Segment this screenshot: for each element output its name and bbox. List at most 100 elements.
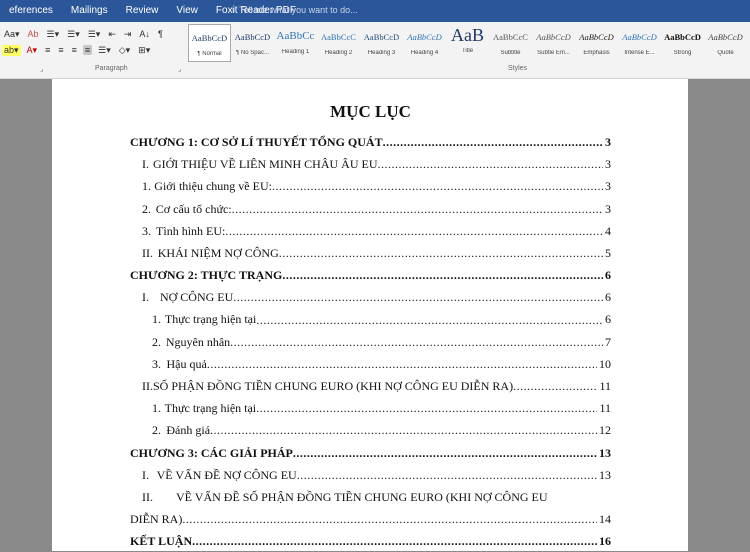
toc-entry-page: 12 xyxy=(599,423,611,438)
toc-entry-number: 3. xyxy=(152,356,161,371)
toc-entry-label: Giới thiệu chung về EU: xyxy=(154,179,272,194)
toc-entry[interactable]: CHƯƠNG 3: CÁC GIẢI PHÁP 13 xyxy=(130,442,611,464)
line-spacing-button[interactable]: ☰▾ xyxy=(96,45,113,56)
toc-leader-dots xyxy=(210,419,597,441)
toc-entry[interactable]: 2. Cơ cấu tổ chức: 3 xyxy=(130,198,611,220)
toc-entry-label: Thực trạng hiện tại xyxy=(164,401,257,416)
toc-entry[interactable]: 2. Đánh giá 12 xyxy=(130,419,611,441)
style-name: Subtitle xyxy=(500,50,521,56)
font-color-button[interactable]: A▾ xyxy=(25,45,40,56)
style-normal[interactable]: AaBbCcD ¶ Normal xyxy=(188,24,231,62)
style-quote[interactable]: AaBbCcD Quote xyxy=(704,24,747,62)
toc-leader-dots xyxy=(256,397,597,419)
toc-entry-wrapped-line2[interactable]: DIỄN RA) 14 xyxy=(130,508,611,530)
tab-view[interactable]: View xyxy=(167,5,207,17)
style-heading-1[interactable]: AaBbCc Heading 1 xyxy=(274,24,317,62)
toc-entry[interactable]: I. VỀ VẤN ĐỀ NỢ CÔNG EU 13 xyxy=(130,464,611,486)
toc-entry-conclusion[interactable]: KẾT LUẬN 16 xyxy=(130,530,611,552)
style-heading-3[interactable]: AaBbCcD Heading 3 xyxy=(360,24,403,62)
toc-entry-label: KHÁI NIỆM NỢ CÔNG xyxy=(157,245,279,260)
toc-entry-page: 6 xyxy=(605,268,611,283)
numbering-button[interactable]: ☰▾ xyxy=(65,29,82,40)
tab-references[interactable]: eferences xyxy=(0,5,62,17)
change-case-button[interactable]: Aa▾ xyxy=(2,29,22,40)
style-heading-2[interactable]: AaBbCcC Heading 2 xyxy=(317,24,360,62)
toc-entry-label: KẾT LUẬN xyxy=(130,534,193,549)
toc-entry-page: 5 xyxy=(605,245,611,260)
toc-entry[interactable]: I. NỢ CÔNG EU 6 xyxy=(130,286,611,308)
toc-entry-page: 4 xyxy=(605,223,611,238)
ribbon-tab-bar: eferences Mailings Review View Foxit Rea… xyxy=(0,0,750,22)
styles-gallery: AaBbCcD ¶ Normal AaBbCcD ¶ No Spac... AaBb… xyxy=(188,24,750,62)
toc-entry[interactable]: CHƯƠNG 1: CƠ SỞ LÍ THUYẾT TỔNG QUÁT 3 xyxy=(130,131,611,153)
toc-entry-number: I. xyxy=(142,290,149,305)
tell-me-search[interactable]: ♀ Tell me what you want to do... xyxy=(230,5,358,15)
decrease-indent-icon[interactable]: ⇤ xyxy=(106,29,118,40)
toc-leader-dots xyxy=(192,530,597,552)
toc-entry-label: SỐ PHẬN ĐỒNG TIỀN CHUNG EURO (KHI NỢ CÔN… xyxy=(153,379,514,394)
tab-review[interactable]: Review xyxy=(117,5,168,17)
style-name: Subtle Em... xyxy=(537,50,570,56)
toc-entry[interactable]: 1.Thực trạng hiện tại 6 xyxy=(130,309,611,331)
style-name: Strong xyxy=(673,50,692,56)
style-preview: AaBbCcD xyxy=(536,32,571,42)
multilevel-list-button[interactable]: ☰▾ xyxy=(86,29,103,40)
toc-entry-page: 11 xyxy=(599,401,611,416)
toc-entry-page: 6 xyxy=(605,312,611,327)
style-no-spacing[interactable]: AaBbCcD ¶ No Spac... xyxy=(231,24,274,62)
style-emphasis[interactable]: AaBbCcD Emphasis xyxy=(575,24,618,62)
toc-entry-wrapped-line1[interactable]: II. VỀ VẤN ĐỀ SỐ PHẬN ĐỒNG TIỀN CHUNG EUR… xyxy=(130,486,611,508)
highlight-button[interactable]: ab▾ xyxy=(2,44,21,56)
style-heading-4[interactable]: AaBbCcD Heading 4 xyxy=(403,24,446,62)
increase-indent-icon[interactable]: ⇥ xyxy=(122,29,134,40)
style-preview: AaBbCcC xyxy=(493,32,528,42)
toc-entry[interactable]: I.GIỚI THIỆU VỀ LIÊN MINH CHÂU ÂU EU 3 xyxy=(130,153,611,175)
toc-entry-label: CHƯƠNG 1: CƠ SỞ LÍ THUYẾT TỔNG QUÁT xyxy=(130,134,383,149)
toc-entry[interactable]: 1.Thực trạng hiện tại 11 xyxy=(130,397,611,419)
bullets-button[interactable]: ☰▾ xyxy=(45,29,62,40)
show-marks-icon[interactable]: ¶ xyxy=(156,29,165,39)
style-strong[interactable]: AaBbCcD Strong xyxy=(661,24,704,62)
paragraph-dialog-launcher-icon[interactable]: ⌟ xyxy=(178,65,181,73)
borders-button[interactable]: ⊞▾ xyxy=(136,45,152,56)
tab-mailings[interactable]: Mailings xyxy=(62,5,117,17)
style-subtitle[interactable]: AaBbCcC Subtitle xyxy=(489,24,532,62)
style-title[interactable]: AaB Title xyxy=(446,24,489,62)
document-page[interactable]: MỤC LỤC CHƯƠNG 1: CƠ SỞ LÍ THUYẾT TỔNG Q… xyxy=(52,79,688,551)
toc-entry-page: 3 xyxy=(605,201,611,216)
table-of-contents: MỤC LỤC CHƯƠNG 1: CƠ SỞ LÍ THUYẾT TỔNG Q… xyxy=(130,101,611,552)
toc-entry[interactable]: 1.Giới thiệu chung về EU: 3 xyxy=(130,175,611,197)
toc-entry-label: NỢ CÔNG EU xyxy=(159,290,234,305)
toc-entry-number: 1. xyxy=(152,401,161,416)
toc-leader-dots xyxy=(230,331,603,353)
justify-icon[interactable]: ≡ xyxy=(82,45,93,55)
shading-button[interactable]: ◇▾ xyxy=(117,45,132,56)
align-center-icon[interactable]: ≡ xyxy=(56,45,65,55)
toc-entry-page: 3 xyxy=(605,179,611,194)
clear-formatting-icon[interactable]: Ab xyxy=(26,29,41,39)
toc-leader-dots xyxy=(272,175,603,197)
style-subtle-emphasis[interactable]: AaBbCcD Subtle Em... xyxy=(532,24,575,62)
style-preview: AaBbCcD xyxy=(191,33,228,43)
toc-entry[interactable]: 3. Hậu quả 10 xyxy=(130,353,611,375)
align-right-icon[interactable]: ≡ xyxy=(70,45,79,55)
toc-leader-dots xyxy=(293,442,597,464)
toc-entry-label: VỀ VẤN ĐỀ NỢ CÔNG EU xyxy=(156,467,297,482)
toc-leader-dots xyxy=(279,242,603,264)
toc-entry[interactable]: CHƯƠNG 2: THỰC TRẠNG 6 xyxy=(130,264,611,286)
style-name: Intense E... xyxy=(624,50,655,56)
align-left-icon[interactable]: ≡ xyxy=(43,45,52,55)
toc-entry[interactable]: 2. Nguyên nhân 7 xyxy=(130,331,611,353)
sort-icon[interactable]: A↓ xyxy=(137,29,152,39)
toc-entry[interactable]: II. SỐ PHẬN ĐỒNG TIỀN CHUNG EURO (KHI NỢ … xyxy=(130,375,611,397)
toc-entry-page: 3 xyxy=(605,157,611,172)
toc-leader-dots xyxy=(182,508,597,530)
toc-entry[interactable]: 3. Tình hình EU: 4 xyxy=(130,220,611,242)
toc-entry-label: Nguyên nhân xyxy=(165,334,231,349)
font-dialog-launcher-icon[interactable]: ⌟ xyxy=(40,65,43,73)
toc-entry-label: GIỚI THIỆU VỀ LIÊN MINH CHÂU ÂU EU xyxy=(152,157,378,172)
style-intense-emphasis[interactable]: AaBbCcD Intense E... xyxy=(618,24,661,62)
toc-entry[interactable]: II. KHÁI NIỆM NỢ CÔNG 5 xyxy=(130,242,611,264)
toc-leader-dots xyxy=(225,220,603,242)
style-preview: AaBbCcD xyxy=(363,32,400,42)
